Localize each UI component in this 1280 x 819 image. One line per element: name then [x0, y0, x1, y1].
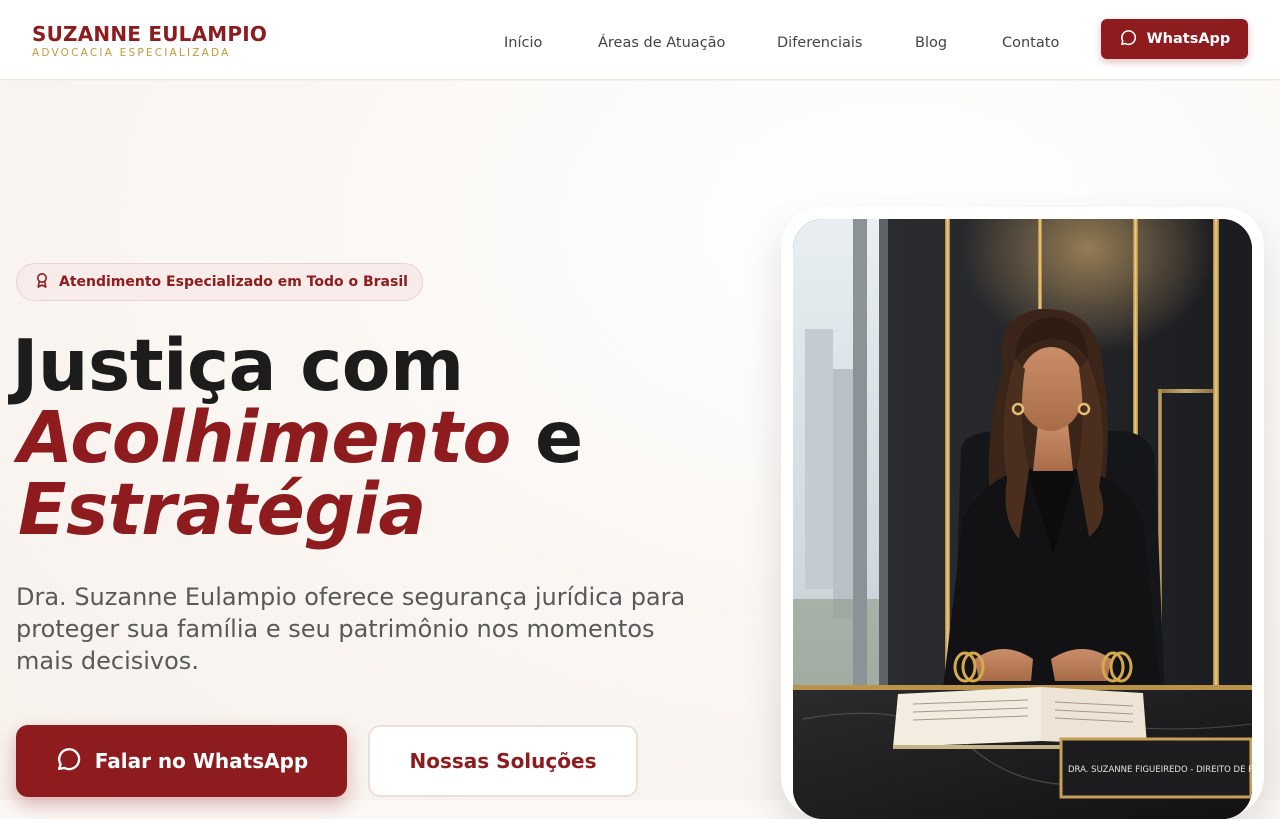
brand-name: SUZANNE EULAMPIO — [32, 22, 268, 46]
solutions-button-label: Nossas Soluções — [409, 749, 597, 773]
chat-bubble-icon — [1119, 28, 1138, 51]
hero-headline: Justiça com Acolhimento e Estratégia — [12, 330, 732, 546]
chat-bubble-icon — [55, 745, 83, 778]
headline-line-1: Justiça com — [12, 324, 464, 407]
badge-text: Atendimento Especializado em Todo o Bras… — [59, 274, 408, 290]
headline-line-2: Acolhimento e — [18, 402, 732, 474]
lawyer-photo: DRA. SUZANNE FIGUEIREDO - DIREITO DE FAM… — [793, 219, 1252, 819]
award-ribbon-icon — [35, 272, 49, 292]
whatsapp-cta-label: Falar no WhatsApp — [94, 749, 309, 773]
headline-accent-acolhimento: Acolhimento — [18, 396, 511, 479]
whatsapp-cta-button[interactable]: Falar no WhatsApp — [16, 725, 347, 797]
nameplate-text: DRA. SUZANNE FIGUEIREDO - DIREITO DE FAM… — [1068, 763, 1252, 775]
headline-connector: e — [510, 396, 583, 479]
nav-item-diferenciais[interactable]: Diferenciais — [777, 34, 862, 52]
lawyer-photo-card: DRA. SUZANNE FIGUEIREDO - DIREITO DE FAM… — [781, 207, 1264, 819]
whatsapp-header-label: WhatsApp — [1146, 31, 1231, 47]
nav-item-contato[interactable]: Contato — [1002, 34, 1059, 52]
service-badge: Atendimento Especializado em Todo o Bras… — [16, 263, 423, 301]
nav-item-areas-de-atuacao[interactable]: Áreas de Atuação — [598, 34, 725, 52]
site-header: SUZANNE EULAMPIO ADVOCACIA ESPECIALIZADA… — [0, 0, 1280, 80]
brand-logo[interactable]: SUZANNE EULAMPIO ADVOCACIA ESPECIALIZADA — [32, 22, 267, 60]
solutions-button[interactable]: Nossas Soluções — [368, 725, 638, 797]
nav-item-inicio[interactable]: Início — [504, 34, 542, 52]
hero-lead-text: Dra. Suzanne Eulampio oferece segurança … — [16, 583, 686, 675]
brand-tagline: ADVOCACIA ESPECIALIZADA — [32, 47, 231, 59]
headline-accent-estrategia: Estratégia — [18, 468, 426, 551]
whatsapp-header-button[interactable]: WhatsApp — [1101, 19, 1248, 59]
nav-item-blog[interactable]: Blog — [915, 34, 947, 52]
